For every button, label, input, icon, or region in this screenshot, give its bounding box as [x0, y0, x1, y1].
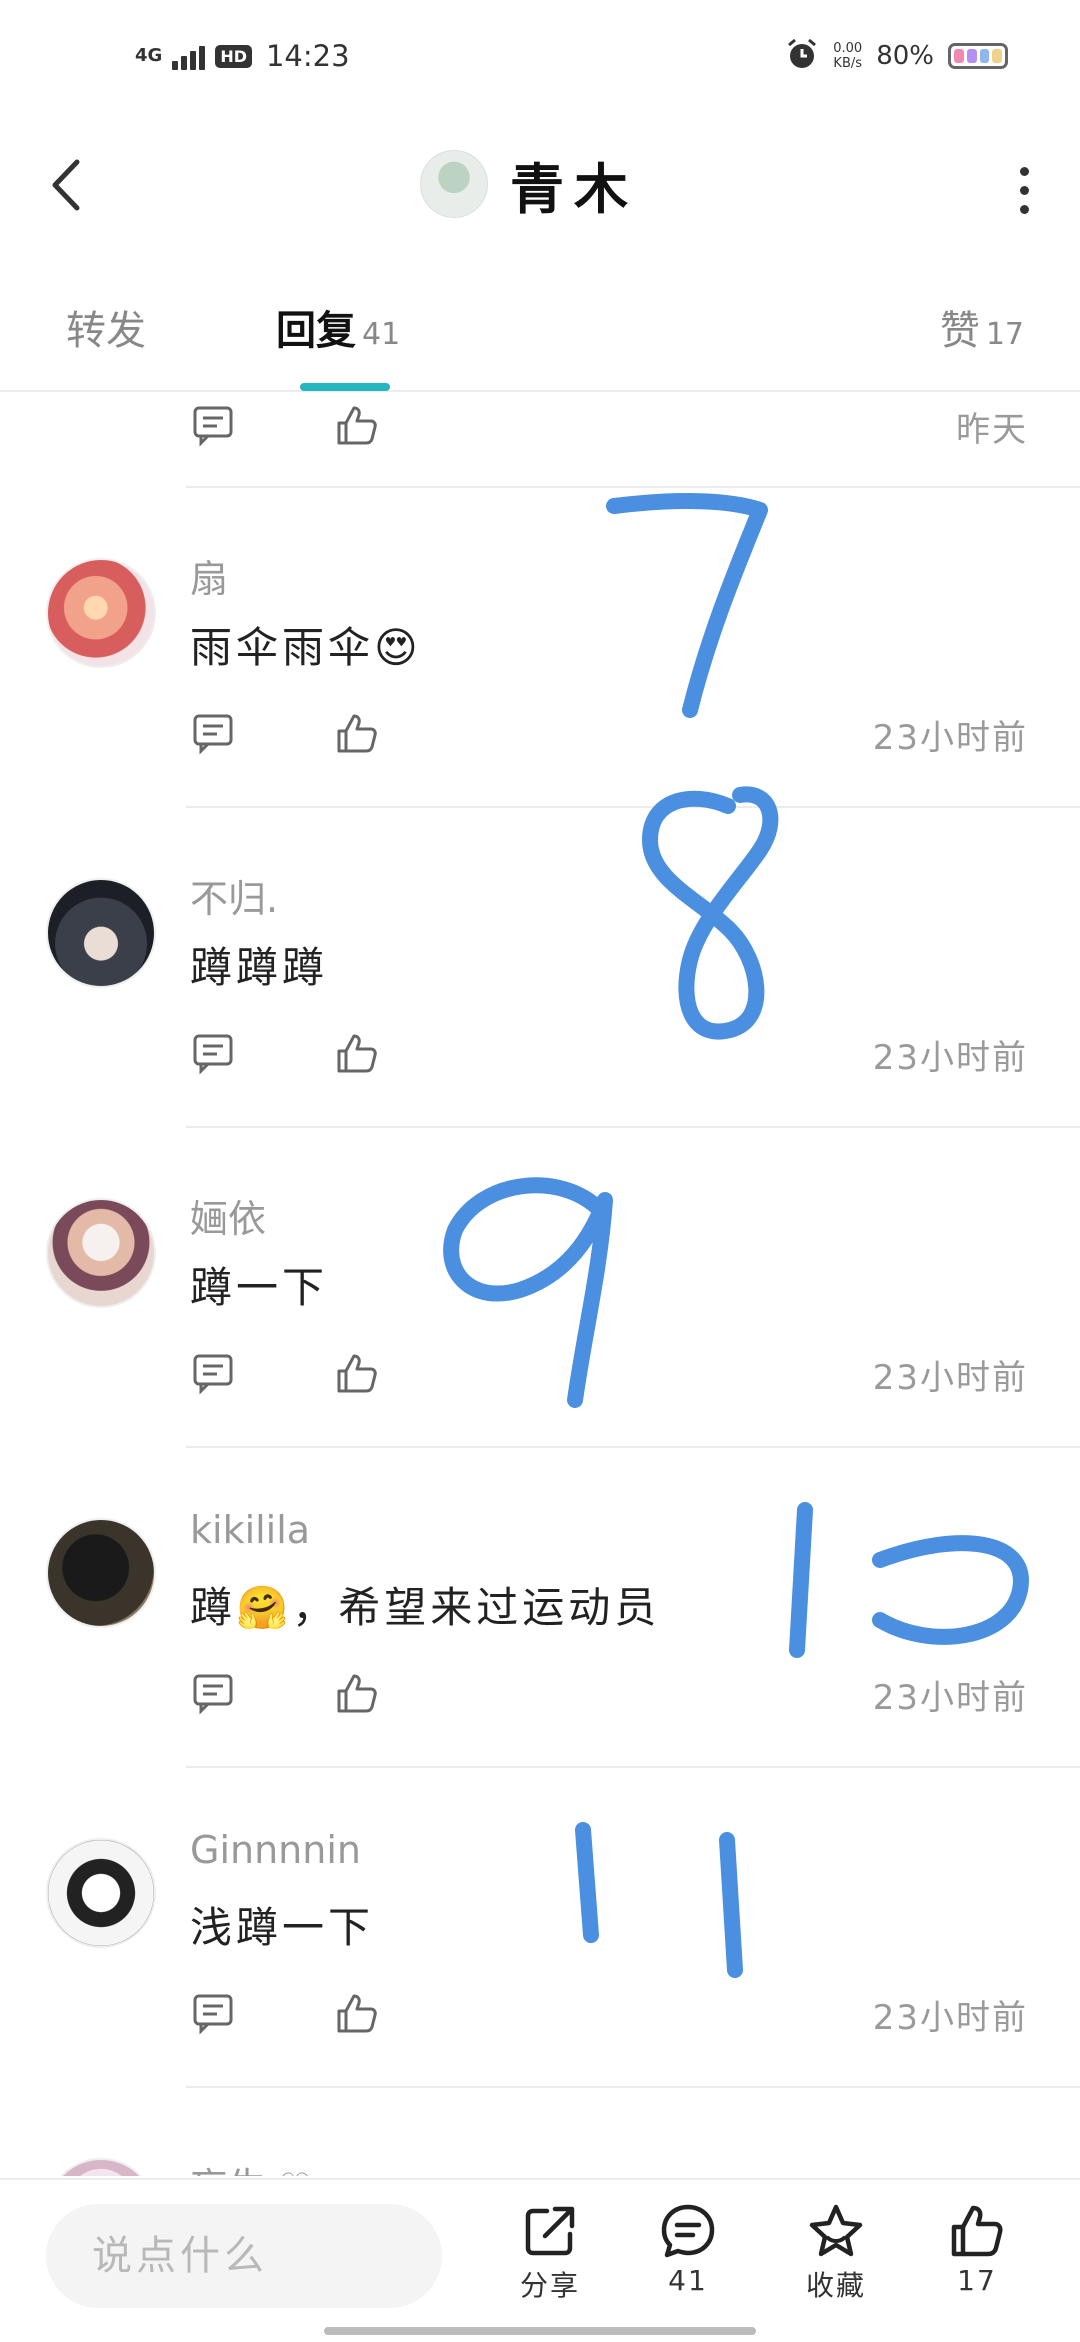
author-avatar[interactable] [420, 150, 488, 218]
username[interactable]: 忘生 ♡ [190, 2156, 312, 2176]
reply-button[interactable] [190, 1350, 236, 1396]
comment-list[interactable]: 昨天 扇 雨伞雨伞😍 23小时前 不归. 蹲蹲蹲 23小时前 婳依 蹲一下 23… [0, 392, 1080, 2176]
username[interactable]: kikilila [190, 1508, 310, 1552]
page-title: 青木 [510, 157, 638, 221]
avatar[interactable] [46, 558, 156, 668]
thumbs-up-icon [337, 406, 377, 445]
thumbs-up-icon [337, 1354, 377, 1393]
tab-forward[interactable]: 转发 [66, 298, 146, 356]
username[interactable]: 婳依 [190, 1188, 266, 1243]
comment-icon [193, 714, 233, 755]
comment-row: 忘生 ♡ [0, 2088, 1080, 2176]
comment-time: 昨天 [956, 410, 1028, 450]
comment-text: 蹲🤗，希望来过运动员 [190, 1583, 661, 1632]
comment-time: 23小时前 [872, 1358, 1028, 1398]
like-button[interactable] [334, 1990, 380, 2036]
tab-reply[interactable]: 回复 41 [276, 298, 400, 356]
back-button[interactable] [38, 150, 94, 220]
comment-time: 23小时前 [872, 1998, 1028, 2038]
username[interactable]: 扇 [190, 548, 228, 603]
reply-button[interactable] [190, 1030, 236, 1076]
like-button[interactable] [334, 1350, 380, 1396]
comment-time: 23小时前 [872, 1038, 1028, 1078]
comment-text: 浅蹲一下 [190, 1903, 375, 1952]
star-icon [809, 2204, 863, 2257]
username[interactable]: 不归. [190, 868, 278, 923]
thumbs-up-icon [337, 714, 377, 753]
comment-text: 蹲蹲蹲 [190, 943, 329, 992]
signal-icon [172, 42, 206, 70]
bottom-bar: 分享 41 收藏 17 [0, 2178, 1080, 2342]
alarm-icon [785, 37, 819, 75]
comment-bubble-icon [661, 2204, 715, 2258]
tab-indicator [300, 383, 390, 391]
thumbs-up-icon [337, 1994, 377, 2033]
more-vertical-icon [1019, 166, 1029, 176]
comment-row: Ginnnnin 浅蹲一下 23小时前 [0, 1768, 1080, 2088]
comment-time: 23小时前 [872, 1678, 1028, 1718]
avatar[interactable] [46, 1198, 156, 1308]
avatar[interactable] [46, 2158, 156, 2176]
reply-count: 41 [362, 317, 401, 352]
thumbs-up-icon [337, 1674, 377, 1713]
comment-time: 23小时前 [872, 718, 1028, 758]
like-button[interactable] [334, 402, 380, 448]
more-button[interactable] [1004, 160, 1044, 220]
tab-bar: 转发 回复 41 赞 17 [0, 260, 1080, 392]
title-bar: 青木 [0, 110, 1080, 260]
avatar[interactable] [46, 1838, 156, 1948]
tab-like[interactable]: 赞 17 [940, 298, 1024, 356]
hd-badge: HD [215, 44, 252, 68]
reply-button[interactable] [190, 402, 236, 448]
comment-button[interactable]: 41 [633, 2202, 743, 2297]
share-icon [525, 2206, 575, 2256]
home-indicator[interactable] [324, 2327, 756, 2335]
reply-button[interactable] [190, 1990, 236, 2036]
comment-row: kikilila 蹲🤗，希望来过运动员 23小时前 [0, 1448, 1080, 1768]
comment-row: 扇 雨伞雨伞😍 23小时前 [0, 488, 1080, 808]
status-bar: 4G HD 14:23 0.00 KB/s 80% [0, 0, 1080, 110]
thumbs-up-icon [337, 1034, 377, 1073]
network-speed: 0.00 KB/s [833, 41, 863, 71]
thumbs-up-icon [951, 2205, 1003, 2257]
comment-text: 蹲一下 [190, 1263, 329, 1312]
avatar[interactable] [46, 1518, 156, 1628]
list-item: 昨天 [186, 392, 1080, 488]
username[interactable]: Ginnnnin [190, 1828, 361, 1872]
battery-percent: 80% [876, 41, 934, 71]
favorite-button[interactable]: 收藏 [781, 2202, 891, 2304]
chevron-left-icon [52, 159, 80, 211]
like-post-button[interactable]: 17 [922, 2202, 1032, 2297]
comment-row: 不归. 蹲蹲蹲 23小时前 [0, 808, 1080, 1128]
comment-row: 婳依 蹲一下 23小时前 [0, 1128, 1080, 1448]
battery-icon [948, 43, 1008, 69]
like-button[interactable] [334, 1670, 380, 1716]
share-button[interactable]: 分享 [495, 2202, 605, 2304]
reply-button[interactable] [190, 710, 236, 756]
comment-icon [193, 1034, 233, 1075]
comment-input[interactable] [46, 2204, 442, 2308]
like-button[interactable] [334, 710, 380, 756]
network-type: 4G [135, 45, 163, 66]
comment-icon [193, 406, 233, 447]
reply-button[interactable] [190, 1670, 236, 1716]
comment-icon [193, 1354, 233, 1395]
like-count: 17 [985, 317, 1024, 352]
avatar[interactable] [46, 878, 156, 988]
like-button[interactable] [334, 1030, 380, 1076]
comment-icon [193, 1994, 233, 2035]
comment-text: 雨伞雨伞😍 [190, 623, 422, 672]
status-time: 14:23 [265, 39, 350, 73]
comment-icon [193, 1674, 233, 1715]
